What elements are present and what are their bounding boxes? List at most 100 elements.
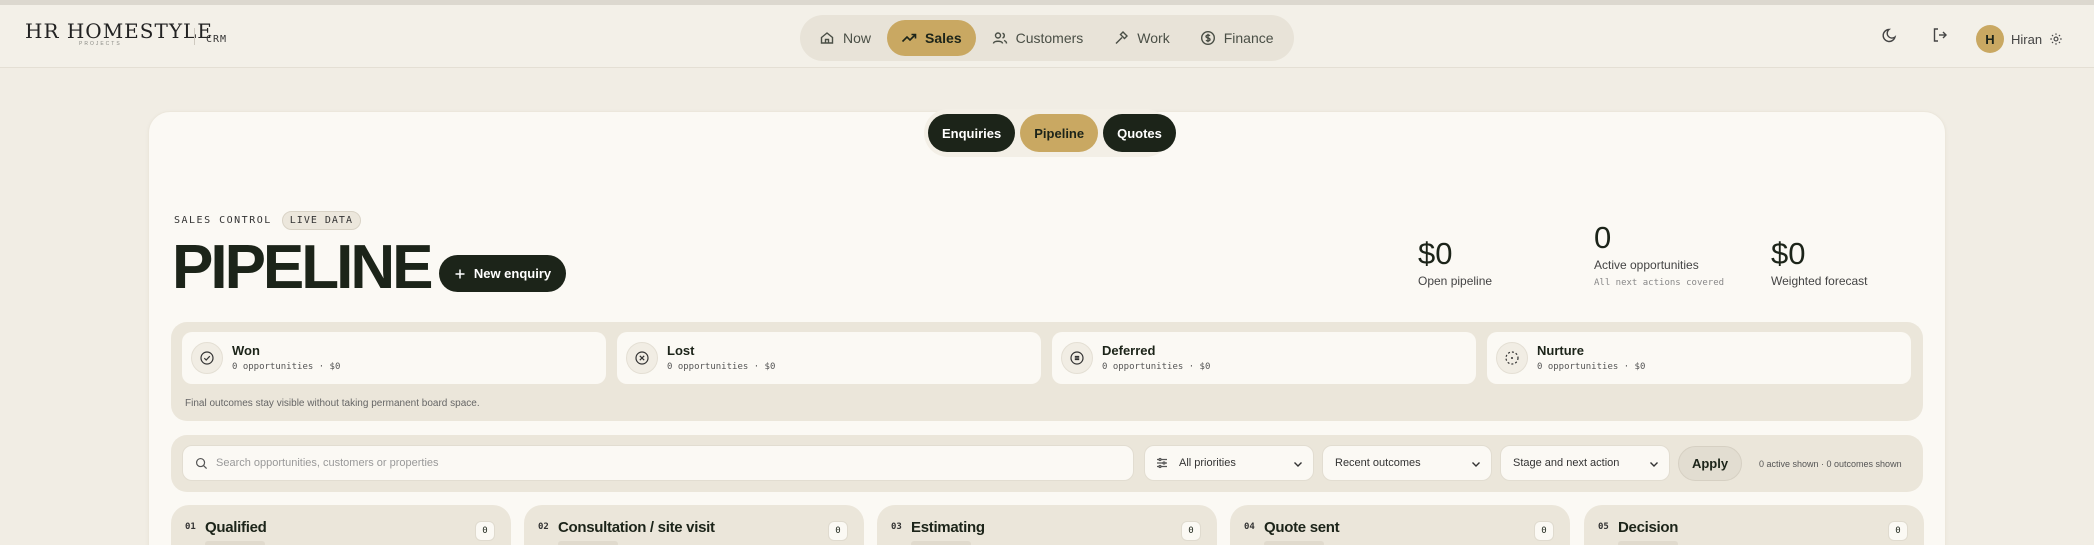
stage-column-consultation: 02 Consultation / site visit 0 — [524, 505, 864, 545]
stage-title: Decision — [1618, 519, 1679, 536]
nav-finance-label: Finance — [1223, 30, 1274, 46]
main-nav: Now Sales Customers Work Finance — [800, 15, 1294, 61]
stage-subtitle — [1264, 541, 1324, 545]
outcome-name: Won — [232, 343, 260, 358]
stage-number: 03 — [891, 522, 902, 532]
sliders-icon — [1157, 457, 1167, 469]
eyebrow-text: SALES CONTROL — [174, 215, 272, 226]
live-data-badge: LIVE DATA — [281, 211, 361, 230]
nav-finance[interactable]: Finance — [1186, 20, 1288, 56]
stat-label: Weighted forecast — [1771, 274, 1868, 288]
stage-count: 0 — [1888, 521, 1908, 541]
hammer-icon — [1115, 31, 1129, 44]
stage-number: 01 — [185, 522, 196, 532]
outcome-meta: 0 opportunities · $0 — [1102, 362, 1211, 372]
nav-customers-label: Customers — [1015, 30, 1084, 46]
dollar-circle-icon — [1200, 30, 1215, 46]
stage-column-estimating: 03 Estimating 0 — [877, 505, 1217, 545]
logo[interactable]: HR HOMESTYLE PROJECTS — [25, 19, 213, 47]
stat-open-pipeline: $0 Open pipeline — [1418, 236, 1492, 288]
outcome-meta: 0 opportunities · $0 — [1537, 362, 1646, 372]
page-title: PIPELINE — [172, 233, 434, 302]
sales-subtabs: Enquiries Pipeline Quotes — [924, 109, 1176, 157]
pause-circle-icon — [1061, 342, 1093, 374]
stage-column-decision: 05 Decision 0 — [1584, 505, 1924, 545]
page-eyebrow: SALES CONTROL LIVE DATA — [174, 211, 361, 230]
apply-button[interactable]: Apply — [1678, 446, 1742, 481]
outcome-lost[interactable]: Lost 0 opportunities · $0 — [617, 332, 1041, 384]
user-name: Hiran — [2011, 31, 2043, 47]
outcomes-note: Final outcomes stay visible without taki… — [185, 398, 480, 409]
x-circle-icon — [626, 342, 658, 374]
stat-weighted-forecast: $0 Weighted forecast — [1771, 236, 1868, 288]
outcomes-panel: Won 0 opportunities · $0 Lost 0 opportun… — [171, 322, 1923, 421]
priority-value: All priorities — [1179, 457, 1236, 469]
product-label: CRM — [206, 34, 228, 45]
avatar[interactable]: H — [1976, 25, 2004, 53]
stage-column-qualified: 01 Qualified 0 — [171, 505, 511, 545]
tab-quotes[interactable]: Quotes — [1103, 114, 1176, 152]
stage-count: 0 — [1181, 521, 1201, 541]
outcome-nurture[interactable]: Nurture 0 opportunities · $0 — [1487, 332, 1911, 384]
trending-up-icon — [901, 33, 917, 43]
stage-number: 02 — [538, 522, 549, 532]
new-enquiry-label: New enquiry — [473, 266, 552, 281]
stage-subtitle — [205, 541, 265, 545]
users-icon — [992, 32, 1007, 44]
tab-enquiries[interactable]: Enquiries — [928, 114, 1016, 152]
stat-value: $0 — [1771, 236, 1806, 271]
chevron-down-icon — [1650, 462, 1658, 467]
logo-text: HR HOMESTYLE — [25, 19, 213, 43]
outcome-meta: 0 opportunities · $0 — [667, 362, 776, 372]
stage-subtitle — [911, 541, 971, 545]
outcome-name: Deferred — [1102, 343, 1156, 358]
sort-select[interactable]: Stage and next action — [1500, 445, 1670, 481]
stage-count: 0 — [475, 521, 495, 541]
logout-icon[interactable] — [1931, 26, 1949, 44]
nav-now[interactable]: Now — [805, 20, 885, 56]
stage-title: Quote sent — [1264, 519, 1340, 536]
outcomes-value: Recent outcomes — [1335, 457, 1421, 469]
outcomes-select[interactable]: Recent outcomes — [1322, 445, 1492, 481]
stat-label: Open pipeline — [1418, 274, 1493, 288]
stage-title: Estimating — [911, 519, 985, 536]
stage-title: Qualified — [205, 519, 267, 536]
outcome-meta: 0 opportunities · $0 — [232, 362, 341, 372]
chevron-down-icon — [1472, 462, 1480, 467]
tab-pipeline[interactable]: Pipeline — [1020, 114, 1099, 152]
chevron-down-icon — [1294, 462, 1302, 467]
stage-subtitle — [1618, 541, 1678, 545]
logo-divider — [194, 28, 195, 45]
stage-column-quote-sent: 04 Quote sent 0 — [1230, 505, 1570, 545]
outcome-deferred[interactable]: Deferred 0 opportunities · $0 — [1052, 332, 1476, 384]
stat-active-opportunities: 0 Active opportunities All next actions … — [1594, 220, 1724, 288]
stage-count: 0 — [828, 521, 848, 541]
moon-icon[interactable] — [1881, 26, 1899, 44]
priority-select[interactable]: All priorities — [1144, 445, 1314, 481]
plus-icon — [455, 269, 465, 278]
filter-status: 0 active shown · 0 outcomes shown — [1759, 459, 1902, 469]
stage-number: 05 — [1598, 522, 1609, 532]
stat-sub: All next actions covered — [1594, 278, 1725, 288]
stage-subtitle — [558, 541, 618, 545]
stage-title: Consultation / site visit — [558, 519, 715, 536]
app-header: HR HOMESTYLE PROJECTS CRM Now Sales Cust… — [0, 5, 2094, 68]
outcome-name: Nurture — [1537, 343, 1584, 358]
outcome-won[interactable]: Won 0 opportunities · $0 — [182, 332, 606, 384]
gear-icon[interactable] — [2049, 32, 2063, 46]
stat-value: $0 — [1418, 236, 1453, 271]
nav-customers[interactable]: Customers — [978, 20, 1098, 56]
nav-work[interactable]: Work — [1099, 20, 1183, 56]
search-input[interactable] — [216, 457, 1116, 469]
filter-bar: All priorities Recent outcomes Stage and… — [171, 435, 1923, 492]
search-box — [182, 445, 1134, 481]
stat-value: 0 — [1594, 220, 1612, 255]
search-icon — [195, 457, 208, 469]
nav-work-label: Work — [1137, 30, 1170, 46]
stage-count: 0 — [1534, 521, 1554, 541]
dashed-circle-icon — [1496, 342, 1528, 374]
nav-sales[interactable]: Sales — [887, 20, 976, 56]
new-enquiry-button[interactable]: New enquiry — [439, 255, 566, 292]
nav-sales-label: Sales — [925, 30, 962, 46]
user-menu[interactable]: H Hiran — [1976, 25, 2063, 53]
